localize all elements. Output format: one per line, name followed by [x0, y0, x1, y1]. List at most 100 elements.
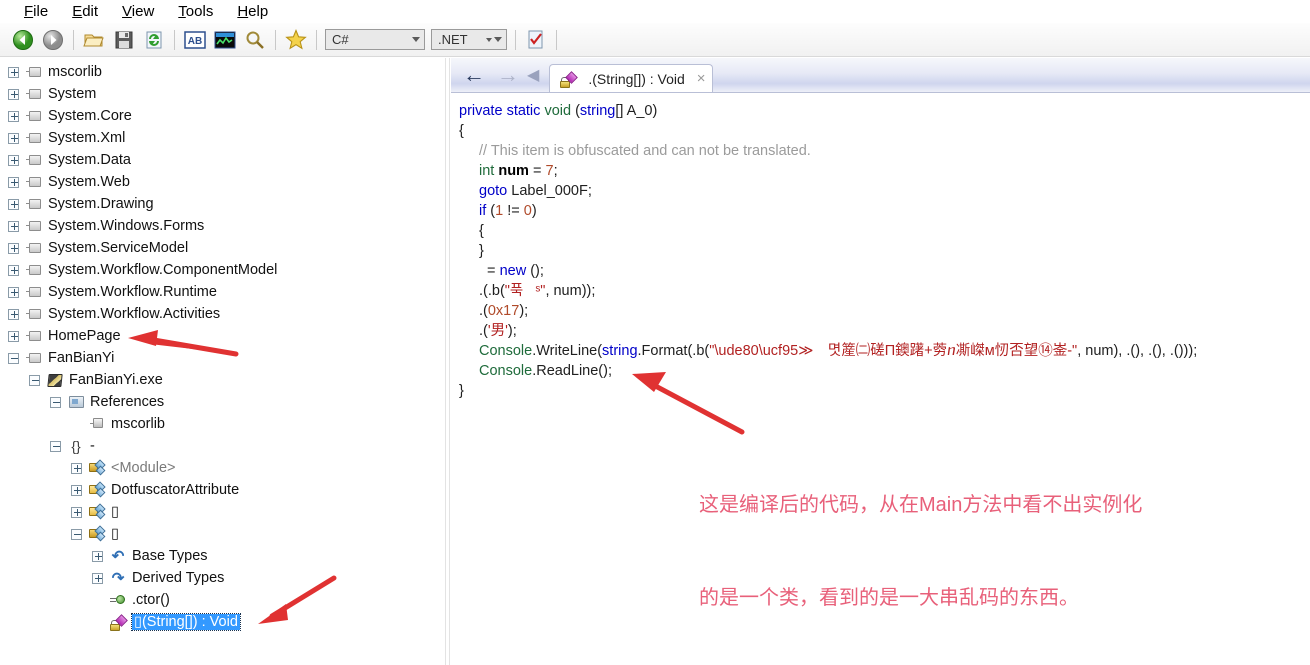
expand-icon[interactable] [8, 198, 19, 210]
save-button[interactable] [111, 27, 137, 53]
code-token: new [499, 263, 527, 279]
expand-icon[interactable] [8, 330, 19, 342]
collapse-icon[interactable] [29, 374, 40, 386]
tree-node-selected[interactable]: ▯(String[]) : Void [0, 611, 445, 633]
menu-item-view[interactable]: View [110, 2, 166, 22]
tree-node[interactable]: System.Drawing [0, 193, 445, 215]
tree-node[interactable]: System.Windows.Forms [0, 215, 445, 237]
expand-icon[interactable] [71, 462, 82, 474]
tree-node[interactable]: ▯ [0, 523, 445, 545]
tree-node[interactable]: ▯ [0, 501, 445, 523]
tree-node-label: References [90, 394, 165, 410]
expand-icon[interactable] [8, 264, 19, 276]
tree-node[interactable]: System [0, 83, 445, 105]
tree-node-label: System.Web [48, 174, 130, 190]
framework-combobox[interactable]: .NET [431, 29, 507, 50]
options-button[interactable] [523, 27, 549, 53]
assembly-icon [25, 86, 43, 102]
expand-icon[interactable] [8, 286, 19, 298]
expand-icon[interactable] [71, 484, 82, 496]
menu-item-file[interactable]: File [12, 2, 60, 22]
code-token: ); [519, 303, 529, 319]
assembly-icon [25, 328, 43, 344]
code-line: private static void (string[] A_0) [459, 101, 1197, 121]
tree-node[interactable]: System.Web [0, 171, 445, 193]
tree-node[interactable]: System.Workflow.Activities [0, 303, 445, 325]
code-token: .( [479, 303, 488, 319]
expand-icon[interactable] [8, 88, 19, 100]
tree-node-label: System.Core [48, 108, 132, 124]
tree-node[interactable]: mscorlib [0, 61, 445, 83]
code-token: 0x17 [487, 303, 520, 319]
tree-node[interactable]: References [0, 391, 445, 413]
toolbar-separator-3 [275, 29, 276, 50]
collapse-icon[interactable] [71, 528, 82, 540]
ab-rename-icon[interactable]: AB [182, 27, 208, 53]
collapse-icon[interactable] [50, 396, 61, 408]
code-line: } [459, 241, 1197, 261]
tree-node-label: System.Data [48, 152, 131, 168]
menu-item-help[interactable]: Help [225, 2, 280, 22]
expand-icon[interactable] [8, 242, 19, 254]
tree-node[interactable]: ↷ Derived Types [0, 567, 445, 589]
menu-view-mnemonic: V [122, 2, 132, 20]
tree-node[interactable]: ↶ Base Types [0, 545, 445, 567]
reflector-window: File Edit View Tools Help AB C# .NET msc… [0, 0, 1310, 665]
code-token: string [579, 103, 616, 119]
language-combobox[interactable]: C# [325, 29, 425, 50]
code-line: { [459, 221, 1197, 241]
expand-icon[interactable] [71, 506, 82, 518]
refresh-button[interactable] [141, 27, 167, 53]
tree-node-label: System.Workflow.Runtime [48, 284, 217, 300]
open-button[interactable] [81, 27, 107, 53]
tree-node[interactable]: mscorlib [0, 413, 445, 435]
expand-icon[interactable] [8, 308, 19, 320]
back-button[interactable] [10, 27, 36, 53]
search-icon[interactable] [242, 27, 268, 53]
tree-node[interactable]: System.Workflow.ComponentModel [0, 259, 445, 281]
nav-arrow-group: ← → ◀ [451, 57, 543, 92]
expand-icon[interactable] [8, 154, 19, 166]
tree-node-label: FanBianYi [48, 350, 115, 366]
nav-back-button[interactable]: ← [461, 63, 487, 86]
tree-node[interactable]: {} - [0, 435, 445, 457]
expand-icon[interactable] [8, 66, 19, 78]
expand-icon[interactable] [8, 132, 19, 144]
expand-icon[interactable] [8, 110, 19, 122]
tree-node[interactable]: System.Core [0, 105, 445, 127]
collapse-icon[interactable] [50, 440, 61, 452]
tab-method-main[interactable]: .(String[]) : Void × [549, 64, 713, 92]
tree-node[interactable]: HomePage [0, 325, 445, 347]
tree-node[interactable]: DotfuscatorAttribute [0, 479, 445, 501]
assembly-browser-pane[interactable]: mscorlib System System.Core System.Xml Syste… [0, 58, 445, 665]
assembly-tree[interactable]: mscorlib System System.Core System.Xml Syste… [0, 58, 445, 633]
tree-node-label: mscorlib [111, 416, 165, 432]
menu-item-tools[interactable]: Tools [166, 2, 225, 22]
favorites-star-icon[interactable] [283, 27, 309, 53]
expand-icon[interactable] [92, 572, 103, 584]
tree-node-label: Base Types [132, 548, 208, 564]
pane-splitter[interactable] [445, 58, 450, 665]
analyze-icon[interactable] [212, 27, 238, 53]
nav-history-dropdown[interactable]: ◀ [527, 65, 539, 85]
class-icon [88, 525, 106, 542]
nav-forward-button[interactable]: → [495, 63, 521, 86]
tree-node[interactable]: System.Workflow.Runtime [0, 281, 445, 303]
tree-node[interactable]: FanBianYi [0, 347, 445, 369]
tree-node[interactable]: System.Data [0, 149, 445, 171]
close-icon[interactable]: × [697, 70, 706, 87]
tree-node[interactable]: FanBianYi.exe [0, 369, 445, 391]
tree-node[interactable]: <Module> [0, 457, 445, 479]
tree-node[interactable]: System.Xml [0, 127, 445, 149]
forward-button[interactable] [40, 27, 66, 53]
code-line: Console.ReadLine(); [459, 361, 1197, 381]
tree-node[interactable]: System.ServiceModel [0, 237, 445, 259]
expand-icon[interactable] [8, 220, 19, 232]
expand-icon[interactable] [8, 176, 19, 188]
collapse-icon[interactable] [8, 352, 19, 364]
tree-node[interactable]: .ctor() [0, 589, 445, 611]
language-value: C# [332, 32, 349, 47]
code-line: .(.b("푹 ˢ", num)); [459, 281, 1197, 301]
menu-item-edit[interactable]: Edit [60, 2, 110, 22]
expand-icon[interactable] [92, 550, 103, 562]
